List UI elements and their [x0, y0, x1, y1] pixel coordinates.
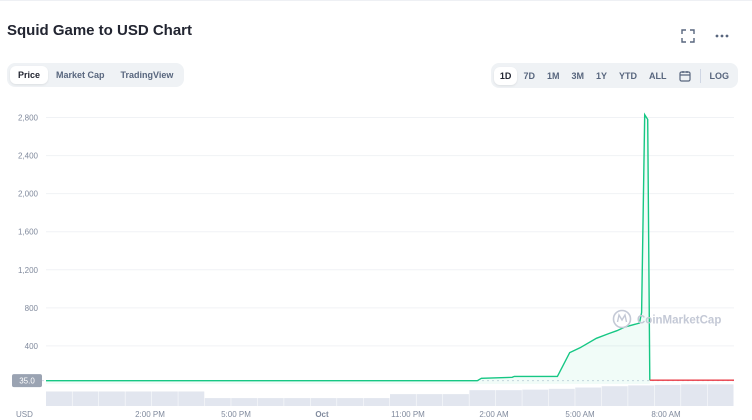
price-line [46, 112, 651, 382]
current-price-label: 35.0 [19, 377, 35, 386]
volume-bar [575, 387, 602, 406]
volume-bar [231, 398, 258, 406]
y-tick-label: 1,600 [18, 228, 39, 237]
volume-bar [469, 390, 496, 406]
y-tick-label: 1,200 [18, 266, 39, 275]
volume-bar [178, 391, 205, 406]
range-1y[interactable]: 1Y [590, 67, 613, 85]
calendar-icon[interactable] [673, 67, 697, 85]
range-ytd[interactable]: YTD [613, 67, 643, 85]
y-tick-label: 400 [25, 342, 39, 351]
x-tick-label: 2:00 AM [479, 410, 509, 419]
y-tick-label: 2,400 [18, 152, 39, 161]
volume-bar [707, 384, 734, 406]
price-chart[interactable]: 2,800 2,400 2,000 1,600 1,200 800 400 2:00 PM 5… [0, 100, 752, 420]
y-tick-label: 2,800 [18, 114, 39, 123]
volume-bar [310, 398, 337, 406]
chart-title: Squid Game to USD Chart [7, 22, 193, 39]
current-price-tag: 35.0 [12, 374, 42, 388]
y-tick-label: 2,000 [18, 190, 39, 199]
range-3m[interactable]: 3M [565, 67, 590, 85]
tab-tradingview[interactable]: TradingView [113, 66, 182, 84]
volume-bar [628, 385, 655, 406]
header-actions [680, 28, 730, 44]
tab-market-cap[interactable]: Market Cap [48, 66, 113, 84]
x-tick-label: 5:00 PM [221, 410, 251, 419]
y-tick-label: 800 [25, 304, 39, 313]
log-toggle[interactable]: LOG [704, 67, 736, 85]
range-divider [699, 68, 701, 83]
volume-bar [72, 391, 99, 406]
volume-bar [495, 390, 522, 406]
top-divider [0, 0, 752, 1]
fullscreen-icon[interactable] [680, 28, 696, 44]
x-tick-label: 8:00 AM [651, 410, 681, 419]
view-tab-group: Price Market Cap TradingView [7, 63, 185, 87]
range-1m[interactable]: 1M [541, 67, 566, 85]
volume-bar [125, 391, 152, 406]
volume-bar [363, 398, 390, 406]
volume-bar [522, 389, 549, 406]
volume-bar [442, 394, 469, 406]
volume-bar [390, 394, 416, 406]
volume-bar [548, 388, 575, 406]
volume-bar [681, 384, 708, 406]
volume-bar [337, 398, 364, 406]
range-all[interactable]: ALL [643, 67, 673, 85]
axis-currency-label: USD [16, 410, 33, 419]
volume-bar [654, 384, 681, 406]
x-tick-label: Oct [315, 410, 329, 419]
range-tab-group: 1D 7D 1M 3M 1Y YTD ALL LOG [490, 63, 738, 88]
volume-bar [284, 398, 311, 406]
tab-price[interactable]: Price [10, 66, 49, 84]
volume-bar [601, 386, 628, 406]
x-tick-label: 5:00 AM [565, 410, 595, 419]
range-7d[interactable]: 7D [517, 67, 541, 85]
range-1d[interactable]: 1D [493, 66, 518, 85]
volume-bar [46, 391, 72, 406]
coinmarketcap-watermark: CoinMarketCap [612, 309, 721, 329]
volume-bar [151, 391, 178, 406]
more-icon[interactable] [714, 28, 730, 44]
x-tick-label: 11:00 PM [391, 410, 425, 419]
volume-bar [98, 391, 125, 406]
x-tick-label: 2:00 PM [135, 410, 165, 419]
volume-bar [257, 398, 284, 406]
volume-bar [204, 398, 231, 406]
volume-bar [416, 394, 443, 406]
watermark-text: CoinMarketCap [637, 315, 721, 327]
